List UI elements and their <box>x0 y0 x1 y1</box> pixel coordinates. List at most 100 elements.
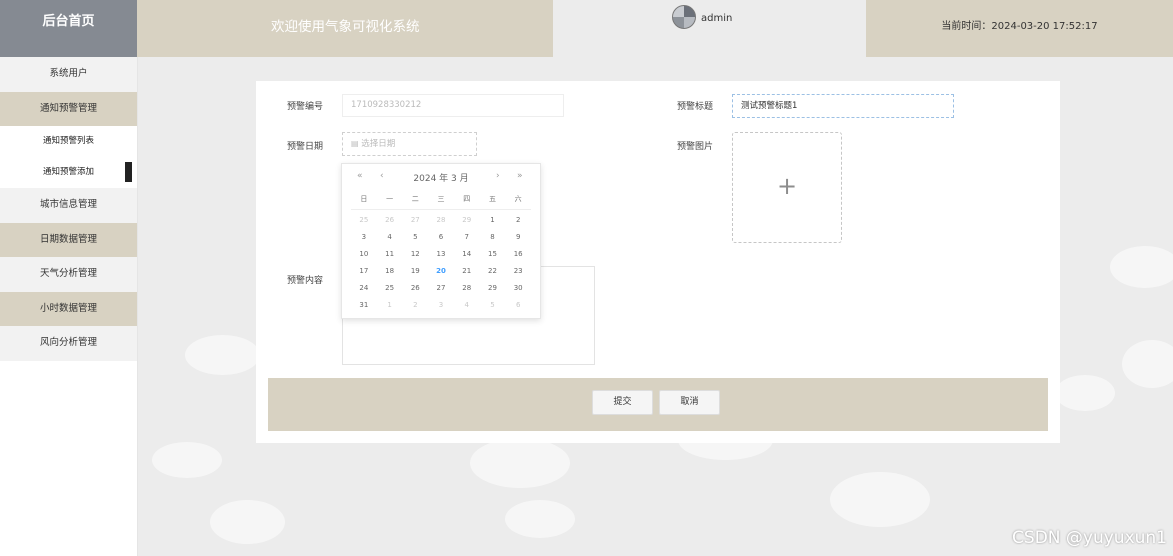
week-row: 24 25 26 27 28 29 30 <box>351 280 531 297</box>
week-row: 10 11 12 13 14 15 16 <box>351 246 531 263</box>
day-cell[interactable]: 25 <box>351 212 377 229</box>
date-picker: « ‹ 2024 年 3 月 › » 日一二三四五六 25 26 27 28 29 1 2 3 4… <box>341 163 541 319</box>
day-cell[interactable]: 29 <box>480 280 506 297</box>
day-cell[interactable]: 11 <box>377 246 403 263</box>
day-cell[interactable]: 1 <box>377 297 403 314</box>
day-cell[interactable]: 14 <box>454 246 480 263</box>
cancel-button[interactable]: 取消 <box>659 390 720 415</box>
sidebar-scroll-thumb[interactable] <box>125 162 132 182</box>
week-row: 31 1 2 3 4 5 6 <box>351 297 531 314</box>
title-field[interactable]: 测试预警标题1 <box>732 94 954 118</box>
submit-button[interactable]: 提交 <box>592 390 653 415</box>
home-brand[interactable]: 后台首页 <box>0 0 137 57</box>
picker-title: 2024 年 3 月 <box>413 174 469 184</box>
day-cell[interactable]: 28 <box>428 212 454 229</box>
weekday-label: 四 <box>463 195 471 203</box>
day-cell[interactable]: 23 <box>505 263 531 280</box>
weekday-label: 日 <box>360 195 368 203</box>
day-cell[interactable]: 24 <box>351 280 377 297</box>
next-year-icon[interactable]: » <box>517 171 523 181</box>
title-label: 预警标题 <box>677 102 714 112</box>
day-cell[interactable]: 27 <box>428 280 454 297</box>
day-cell[interactable]: 19 <box>402 263 428 280</box>
bg-bubble <box>1110 246 1173 288</box>
picker-grid: 日一二三四五六 25 26 27 28 29 1 2 3 4 5 6 7 8 9 10 11 12 13 14 15 16… <box>351 191 531 314</box>
sidebar-item-system-users[interactable]: 系统用户 <box>0 57 137 92</box>
day-cell[interactable]: 26 <box>402 280 428 297</box>
sidebar-item-city-info[interactable]: 城市信息管理 <box>0 188 137 223</box>
system-title: 欢迎使用气象可视化系统 <box>137 0 553 57</box>
day-cell[interactable]: 22 <box>480 263 506 280</box>
bg-bubble <box>152 442 222 478</box>
sidebar-item-date-data[interactable]: 日期数据管理 <box>0 222 137 257</box>
top-header: 欢迎使用气象可视化系统 admin 当前时间：2024-03-20 17:52:… <box>137 0 1173 57</box>
sidebar-item-hourly-data[interactable]: 小时数据管理 <box>0 291 137 326</box>
date-field[interactable]: ▤ 选择日期 <box>342 132 477 156</box>
image-upload[interactable]: + <box>732 132 842 243</box>
form-actions: 提交 取消 <box>268 378 1048 431</box>
sidebar-item-wind-analysis[interactable]: 风向分析管理 <box>0 326 137 361</box>
day-cell[interactable]: 8 <box>480 229 506 246</box>
bg-bubble <box>1055 375 1115 411</box>
day-cell[interactable]: 15 <box>480 246 506 263</box>
weekday-label: 六 <box>514 195 522 203</box>
sidebar: 系统用户 通知预警管理 通知预警列表 通知预警添加 城市信息管理 日期数据管理 … <box>0 57 138 556</box>
weekday-label: 一 <box>386 195 394 203</box>
weekday-label: 三 <box>437 195 445 203</box>
day-cell[interactable]: 16 <box>505 246 531 263</box>
watermark: CSDN @yuyuxun1 <box>1012 528 1167 548</box>
sidebar-item-notice-warning[interactable]: 通知预警管理 <box>0 91 137 126</box>
day-cell[interactable]: 28 <box>454 280 480 297</box>
day-cell[interactable]: 2 <box>402 297 428 314</box>
username[interactable]: admin <box>701 13 732 24</box>
day-cell[interactable]: 13 <box>428 246 454 263</box>
next-month-icon[interactable]: › <box>496 171 500 181</box>
avatar[interactable] <box>672 5 696 29</box>
picker-header: « ‹ 2024 年 3 月 › » <box>342 167 540 187</box>
day-cell-today[interactable]: 20 <box>428 263 454 280</box>
picker-divider <box>351 209 531 210</box>
day-cell[interactable]: 9 <box>505 229 531 246</box>
day-cell[interactable]: 29 <box>454 212 480 229</box>
sidebar-subitem-notice-add[interactable]: 通知预警添加 <box>0 157 137 188</box>
bg-bubble <box>185 335 260 375</box>
current-time: 当前时间：2024-03-20 17:52:17 <box>866 0 1173 57</box>
weekday-row: 日一二三四五六 <box>351 191 531 208</box>
day-cell[interactable]: 12 <box>402 246 428 263</box>
day-cell[interactable]: 4 <box>377 229 403 246</box>
number-field[interactable]: 1710928330212 <box>342 94 564 117</box>
day-cell[interactable]: 18 <box>377 263 403 280</box>
plus-icon: + <box>776 172 798 200</box>
week-row: 17 18 19 20 21 22 23 <box>351 263 531 280</box>
content-label: 预警内容 <box>287 276 324 286</box>
day-cell[interactable]: 17 <box>351 263 377 280</box>
day-cell[interactable]: 31 <box>351 297 377 314</box>
day-cell[interactable]: 7 <box>454 229 480 246</box>
day-cell[interactable]: 27 <box>402 212 428 229</box>
day-cell[interactable]: 5 <box>480 297 506 314</box>
week-row: 3456789 <box>351 229 531 246</box>
sidebar-item-weather-analysis[interactable]: 天气分析管理 <box>0 257 137 292</box>
day-cell[interactable]: 1 <box>480 212 506 229</box>
bg-bubble <box>505 500 575 538</box>
bg-bubble <box>1122 340 1173 388</box>
day-cell[interactable]: 6 <box>505 297 531 314</box>
day-cell[interactable]: 5 <box>402 229 428 246</box>
day-cell[interactable]: 21 <box>454 263 480 280</box>
user-area: admin <box>553 0 866 57</box>
day-cell[interactable]: 3 <box>351 229 377 246</box>
sidebar-subitem-notice-list[interactable]: 通知预警列表 <box>0 126 137 157</box>
image-label: 预警图片 <box>677 142 714 152</box>
day-cell[interactable]: 4 <box>454 297 480 314</box>
day-cell[interactable]: 26 <box>377 212 403 229</box>
day-cell[interactable]: 10 <box>351 246 377 263</box>
day-cell[interactable]: 2 <box>505 212 531 229</box>
bg-bubble <box>210 500 285 544</box>
bg-bubble <box>830 472 930 527</box>
day-cell[interactable]: 6 <box>428 229 454 246</box>
weekday-label: 五 <box>488 195 496 203</box>
day-cell[interactable]: 3 <box>428 297 454 314</box>
day-cell[interactable]: 25 <box>377 280 403 297</box>
number-label: 预警编号 <box>287 102 324 112</box>
day-cell[interactable]: 30 <box>505 280 531 297</box>
